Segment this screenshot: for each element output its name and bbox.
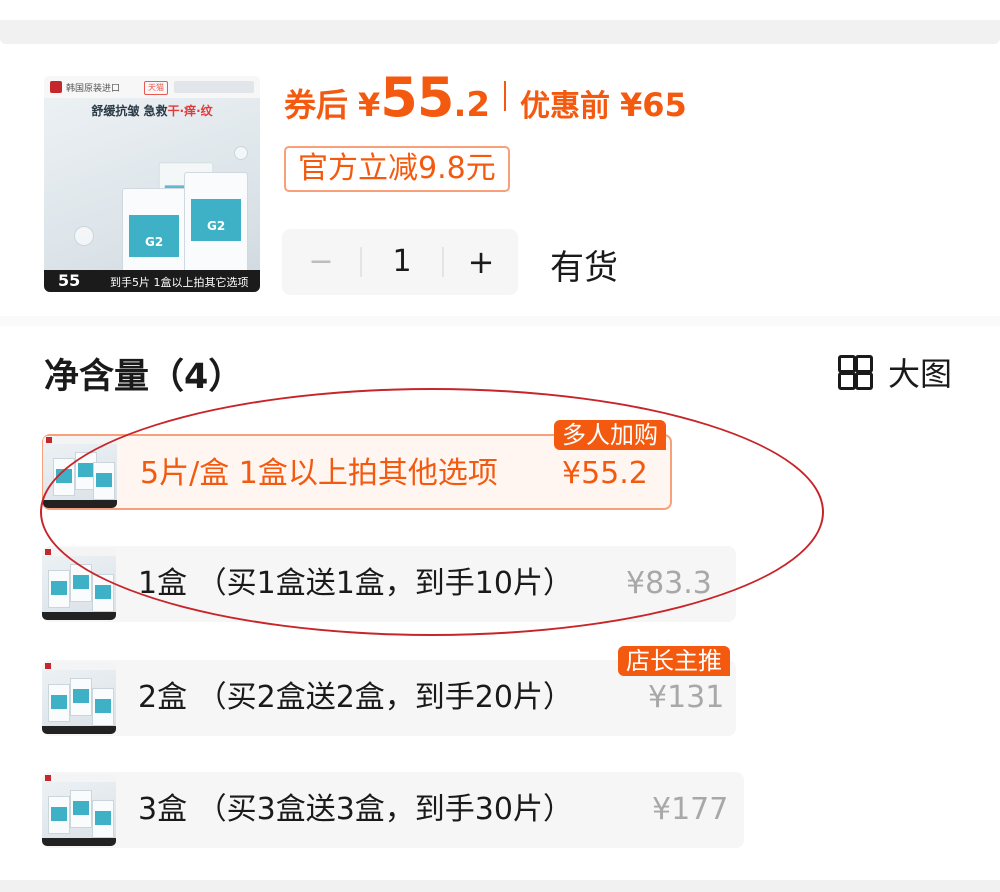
- option-thumbnail: [43, 436, 117, 508]
- thumb-tags: [174, 81, 254, 93]
- option-price: ¥83.3: [626, 566, 712, 601]
- option-label: 1盒 （买1盒送1盒，到手10片）: [138, 566, 573, 601]
- option-item[interactable]: 3盒 （买3盒送3盒，到手30片） ¥177: [42, 772, 744, 848]
- option-tag: 多人加购: [554, 420, 666, 450]
- promo-badge: 官方立减9.8元: [284, 146, 510, 192]
- price-separator: [504, 81, 507, 111]
- decrement-button[interactable]: −: [282, 229, 360, 295]
- thumb-price: 55: [58, 271, 81, 290]
- quantity-value[interactable]: 1: [362, 229, 442, 295]
- top-divider: [0, 20, 1000, 44]
- option-price: ¥177: [652, 792, 729, 827]
- bubble-decoration: [234, 146, 248, 160]
- after-coupon-label: 券后: [284, 86, 349, 124]
- brand-logo-icon: [50, 81, 62, 93]
- option-label: 3盒 （买3盒送3盒，到手30片）: [138, 792, 573, 827]
- thumb-headline-a: 舒缓抗皱 急救: [91, 104, 168, 118]
- big-view-label: 大图: [888, 355, 953, 393]
- spec-title: 净含量（4）: [44, 357, 244, 397]
- option-item[interactable]: 1盒 （买1盒送1盒，到手10片） ¥83.3: [42, 546, 736, 622]
- stock-status: 有货: [550, 248, 618, 288]
- before-discount-price: ¥65: [620, 86, 687, 124]
- mask-pack-icon: [184, 172, 248, 284]
- thumb-badge: 天猫: [144, 81, 168, 95]
- thumb-headline-b: 干·痒·纹: [167, 104, 213, 118]
- bubble-decoration: [74, 226, 94, 246]
- quantity-stepper: − 1 +: [282, 229, 518, 295]
- product-image[interactable]: 韩国原装进口 天猫 舒缓抗皱 急救干·痒·纹 55 到手5片 1盒以上拍其它选项: [44, 76, 260, 292]
- section-divider: [0, 316, 1000, 326]
- after-coupon-price-int: 55: [380, 66, 454, 129]
- big-view-button[interactable]: 大图: [838, 352, 953, 393]
- increment-button[interactable]: +: [444, 229, 518, 295]
- option-thumbnail: [42, 548, 116, 620]
- top-strip: [0, 0, 1000, 44]
- before-discount-label: 优惠前: [520, 89, 611, 124]
- price-line: 券后 ¥ 55 .2 优惠前 ¥65: [284, 66, 687, 129]
- option-label: 2盒 （买2盒送2盒，到手20片）: [138, 680, 573, 715]
- thumb-footer-text: 到手5片 1盒以上拍其它选项: [110, 276, 249, 289]
- option-thumbnail: [42, 774, 116, 846]
- grid-icon: [838, 355, 873, 390]
- thumb-footer: 55 到手5片 1盒以上拍其它选项: [44, 270, 260, 292]
- thumb-headline: 舒缓抗皱 急救干·痒·纹: [44, 102, 260, 119]
- thumb-brand-text: 韩国原装进口: [66, 84, 121, 94]
- currency-symbol: ¥: [358, 86, 381, 124]
- after-coupon-price-dec: .2: [453, 85, 491, 125]
- option-thumbnail: [42, 662, 116, 734]
- option-tag: 店长主推: [618, 646, 730, 676]
- bottom-strip: [0, 880, 1000, 892]
- option-label: 5片/盒 1盒以上拍其他选项: [140, 456, 498, 491]
